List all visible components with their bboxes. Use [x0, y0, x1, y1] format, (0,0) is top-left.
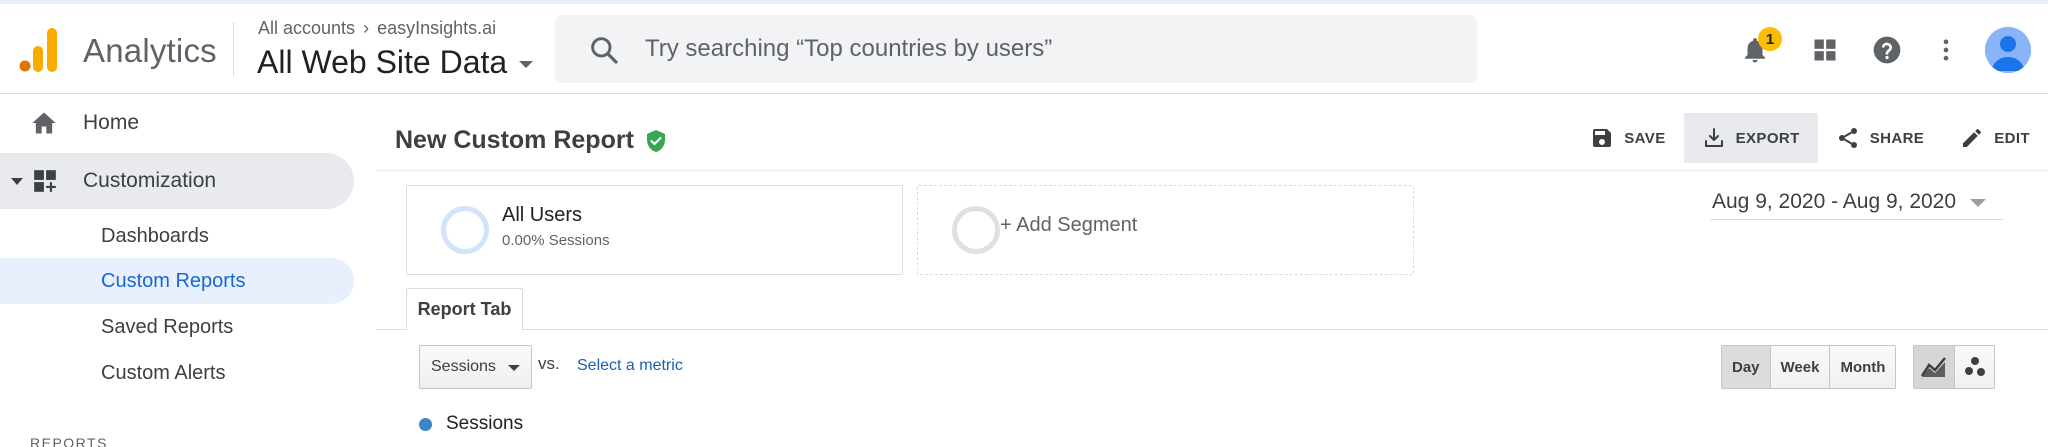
- bubble-chart-icon: [1964, 357, 1985, 376]
- analytics-logo-icon[interactable]: [19, 26, 59, 74]
- chevron-right-icon: ›: [363, 18, 370, 38]
- segment-name: All Users: [502, 204, 583, 226]
- week-button[interactable]: Week: [1769, 346, 1830, 388]
- verified-shield-icon: [646, 129, 665, 152]
- legend-series-label: Sessions: [446, 413, 524, 434]
- search-input[interactable]: [645, 15, 1445, 83]
- dashboard-customize-icon: [34, 170, 56, 192]
- sidebar-item-label: Saved Reports: [101, 316, 234, 338]
- sidebar-section-reports: REPORTS: [30, 435, 108, 447]
- caret-down-icon: [519, 61, 534, 68]
- metric-select-value: Sessions: [431, 358, 496, 375]
- line-chart-button[interactable]: [1914, 346, 1954, 388]
- user-silhouette-icon: [1985, 27, 2031, 73]
- search-icon: [591, 37, 618, 64]
- app-name: Analytics: [83, 32, 217, 69]
- report-actions: SAVE EXPORT SHARE EDIT: [1572, 113, 2048, 165]
- notification-count-badge: 1: [1758, 27, 1782, 51]
- segment-detail: 0.00% Sessions: [502, 232, 610, 249]
- edit-label: EDIT: [1994, 129, 2030, 147]
- export-label: EXPORT: [1735, 129, 1800, 147]
- tab-report[interactable]: Report Tab: [406, 288, 523, 330]
- motion-chart-button[interactable]: [1954, 346, 1994, 388]
- download-icon: [1704, 128, 1723, 147]
- share-icon: [1838, 128, 1857, 148]
- sidebar-item-label: Dashboards: [101, 225, 209, 247]
- segment-all-users[interactable]: All Users 0.00% Sessions: [406, 185, 903, 275]
- apps-grid-icon: [1814, 39, 1836, 61]
- edit-button[interactable]: EDIT: [1942, 113, 2048, 163]
- account-breadcrumb[interactable]: All accounts › easyInsights.ai: [258, 18, 496, 39]
- sidebar-item-dashboards[interactable]: Dashboards: [0, 213, 354, 259]
- day-button[interactable]: Day: [1722, 346, 1770, 388]
- sidebar-item-custom-alerts[interactable]: Custom Alerts: [0, 350, 354, 396]
- view-selector-label: All Web Site Data: [257, 44, 508, 80]
- report-content: New Custom Report SAVE EXPORT SHARE EDIT…: [376, 95, 2048, 447]
- date-range-label: Aug 9, 2020 - Aug 9, 2020: [1712, 190, 1957, 213]
- segment-ring-icon: [441, 206, 489, 254]
- pencil-icon: [1963, 129, 1982, 147]
- select-metric-link[interactable]: Select a metric: [577, 357, 683, 375]
- breadcrumb-all-accounts[interactable]: All accounts: [258, 18, 355, 39]
- share-label: SHARE: [1869, 129, 1925, 147]
- help-icon: [1873, 36, 1901, 64]
- sidebar-item-label: Home: [83, 111, 140, 134]
- sidebar-item-customization[interactable]: Customization: [0, 153, 354, 209]
- sidebar-item-custom-reports[interactable]: Custom Reports: [0, 258, 354, 304]
- line-chart-icon: [1921, 357, 1946, 377]
- header-divider: [233, 22, 234, 76]
- caret-down-icon: [508, 365, 520, 371]
- left-sidebar: Home Customization Dashboards Custom Rep…: [0, 95, 370, 447]
- apps-button[interactable]: [1807, 32, 1843, 68]
- save-button[interactable]: SAVE: [1572, 113, 1683, 163]
- granularity-toggle: Day Week Month: [1721, 345, 1897, 389]
- chart-legend: Sessions: [419, 413, 523, 435]
- export-button[interactable]: EXPORT: [1683, 113, 1818, 163]
- vs-label: vs.: [538, 354, 560, 373]
- sidebar-item-home[interactable]: Home: [0, 95, 370, 151]
- view-selector[interactable]: All Web Site Data: [257, 44, 534, 81]
- sidebar-item-label: Custom Alerts: [101, 362, 226, 384]
- sidebar-item-label: Custom Reports: [101, 270, 246, 292]
- sidebar-item-saved-reports[interactable]: Saved Reports: [0, 304, 354, 350]
- save-icon: [1593, 129, 1612, 147]
- report-title-text: New Custom Report: [395, 126, 634, 154]
- caret-down-icon: [1970, 199, 1987, 207]
- tabs-divider: [376, 329, 2048, 330]
- date-range-picker[interactable]: Aug 9, 2020 - Aug 9, 2020: [1710, 190, 2003, 220]
- breadcrumb-account[interactable]: easyInsights.ai: [377, 18, 496, 39]
- expand-arrow-icon[interactable]: [11, 178, 23, 185]
- search-bar[interactable]: [555, 15, 1477, 83]
- primary-metric-select[interactable]: Sessions: [419, 345, 532, 389]
- home-icon: [32, 112, 56, 134]
- account-avatar[interactable]: [1985, 27, 2031, 73]
- save-label: SAVE: [1624, 129, 1666, 147]
- report-title: New Custom Report: [395, 126, 668, 155]
- add-segment-button[interactable]: + Add Segment: [917, 185, 1414, 275]
- title-divider: [376, 170, 2048, 171]
- legend-dot-icon: [419, 417, 432, 431]
- more-options-button[interactable]: [1928, 32, 1964, 68]
- chart-type-toggle: [1913, 345, 1995, 389]
- add-segment-label: + Add Segment: [1000, 214, 1138, 236]
- month-button[interactable]: Month: [1829, 346, 1896, 388]
- segment-ring-icon: [952, 206, 1000, 254]
- sidebar-item-label: Customization: [83, 169, 217, 192]
- help-button[interactable]: [1869, 32, 1905, 68]
- app-header: Analytics All accounts › easyInsights.ai…: [0, 4, 2048, 94]
- more-vert-icon: [1943, 39, 1949, 61]
- share-button[interactable]: SHARE: [1818, 113, 1943, 163]
